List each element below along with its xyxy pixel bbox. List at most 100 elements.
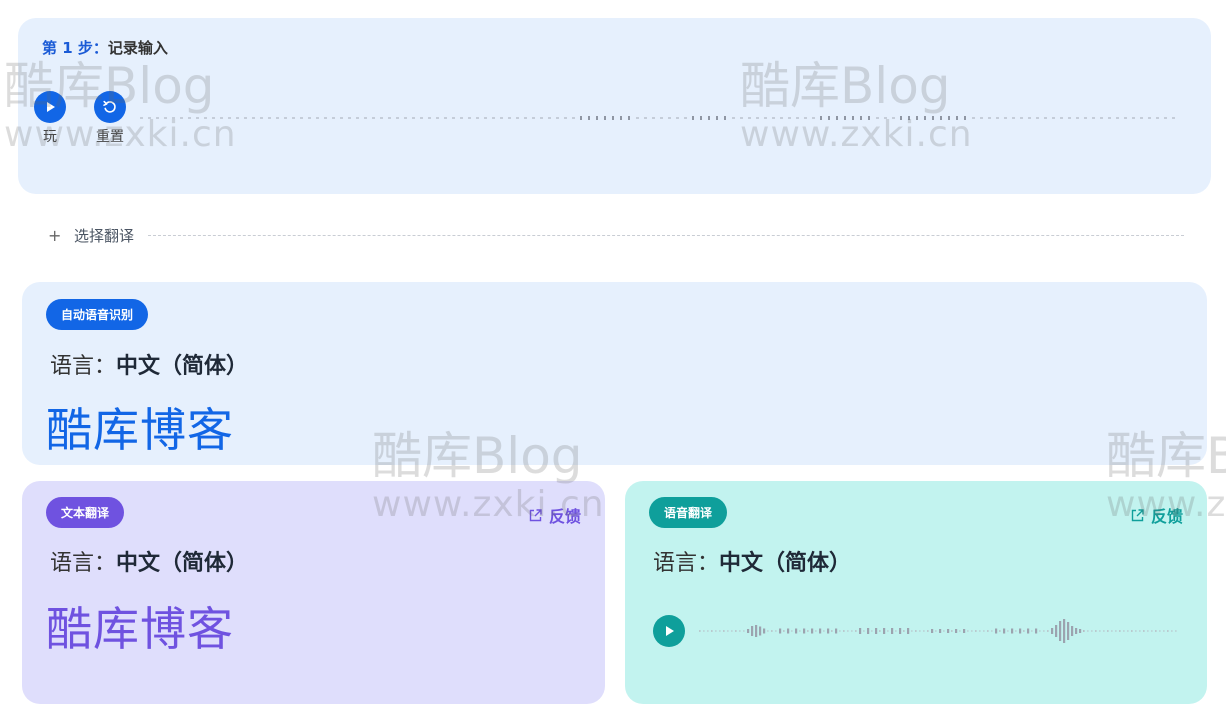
- waveform-bar: [915, 630, 917, 632]
- waveform-bar: [875, 628, 878, 634]
- waveform-tick: [924, 116, 926, 120]
- waveform-bar: [747, 629, 750, 633]
- play-icon: [47, 102, 55, 112]
- waveform-tick: [1156, 117, 1159, 119]
- speech-translation-language-value: 中文（简体）: [719, 551, 852, 576]
- waveform-bar: [983, 630, 985, 632]
- waveform-bar: [1003, 628, 1006, 634]
- select-translation-row[interactable]: + 选择翻译: [48, 222, 1184, 248]
- waveform-bar: [923, 630, 925, 632]
- waveform-bar: [827, 628, 830, 634]
- waveform-tick: [164, 117, 167, 119]
- waveform-bar: [1147, 630, 1149, 632]
- waveform-tick: [476, 117, 479, 119]
- waveform-tick: [1068, 117, 1071, 119]
- waveform-tick: [292, 117, 295, 119]
- waveform-bar: [791, 630, 793, 632]
- waveform-tick: [324, 117, 327, 119]
- waveform-bar: [839, 630, 841, 632]
- waveform-tick: [1076, 117, 1079, 119]
- waveform-bar: [991, 630, 993, 632]
- waveform-bar: [879, 630, 881, 632]
- waveform-bar: [871, 630, 873, 632]
- waveform-tick: [284, 117, 287, 119]
- waveform-bar: [1107, 630, 1109, 632]
- waveform-tick: [1132, 117, 1135, 119]
- waveform-bar: [755, 625, 758, 637]
- waveform-bar: [743, 630, 745, 632]
- waveform-tick: [1044, 117, 1047, 119]
- waveform-tick: [556, 117, 559, 119]
- play-button[interactable]: [34, 91, 66, 123]
- waveform-tick: [908, 116, 910, 120]
- waveform-tick: [588, 116, 590, 120]
- reset-button[interactable]: [94, 91, 126, 123]
- asr-language-label: 语言：: [50, 354, 117, 379]
- waveform-bar: [935, 630, 937, 632]
- text-translation-feedback-button[interactable]: 反馈: [528, 503, 581, 527]
- waveform-tick: [252, 117, 255, 119]
- waveform-tick: [340, 117, 343, 119]
- waveform-tick: [708, 116, 710, 120]
- waveform-tick: [316, 117, 319, 119]
- waveform-tick: [244, 117, 247, 119]
- waveform-tick: [1036, 117, 1039, 119]
- waveform-bar: [1047, 630, 1049, 632]
- waveform-tick: [676, 117, 679, 119]
- waveform-bar: [943, 630, 945, 632]
- speech-translation-feedback-button[interactable]: 反馈: [1130, 503, 1183, 527]
- waveform-bar: [787, 628, 790, 634]
- waveform-bar: [887, 630, 889, 632]
- waveform-bar: [1015, 630, 1017, 632]
- waveform-tick: [468, 117, 471, 119]
- waveform-bar: [835, 628, 838, 634]
- waveform-bar: [711, 630, 713, 632]
- speech-waveform: [699, 619, 1177, 643]
- waveform-bar: [819, 628, 822, 634]
- waveform-tick: [1028, 117, 1031, 119]
- waveform-tick: [1172, 117, 1175, 119]
- speech-translation-badge: 语音翻译: [649, 497, 728, 528]
- waveform-bar: [715, 630, 717, 632]
- waveform-tick: [548, 117, 551, 119]
- waveform-bar: [1027, 628, 1030, 634]
- external-link-icon: [529, 508, 542, 521]
- waveform-tick: [1108, 117, 1111, 119]
- waveform-tick: [732, 117, 735, 119]
- waveform-tick: [380, 117, 383, 119]
- waveform-bar: [1143, 630, 1145, 632]
- waveform-bar: [1035, 628, 1038, 634]
- text-translation-badge: 文本翻译: [46, 497, 125, 528]
- waveform-tick: [748, 117, 751, 119]
- waveform-tick: [452, 117, 455, 119]
- waveform-tick: [796, 117, 799, 119]
- waveform-bar: [995, 628, 998, 634]
- waveform-bar: [979, 630, 981, 632]
- waveform-tick: [268, 117, 271, 119]
- waveform-bar: [1167, 630, 1169, 632]
- waveform-tick: [508, 117, 511, 119]
- waveform-bar: [739, 630, 741, 632]
- waveform-tick: [844, 116, 846, 120]
- waveform-bar: [727, 630, 729, 632]
- waveform-bar: [1163, 630, 1165, 632]
- speech-play-button[interactable]: [653, 615, 685, 647]
- waveform-bar: [795, 628, 798, 634]
- waveform-tick: [228, 117, 231, 119]
- waveform-bar: [951, 630, 953, 632]
- waveform-tick: [396, 117, 399, 119]
- waveform-bar: [1139, 630, 1141, 632]
- waveform-tick: [660, 117, 663, 119]
- waveform-bar: [1079, 629, 1082, 633]
- waveform-bar: [955, 629, 958, 633]
- recording-waveform: [140, 116, 1175, 120]
- waveform-bar: [1127, 630, 1129, 632]
- waveform-bar: [783, 630, 785, 632]
- waveform-tick: [612, 116, 614, 120]
- speech-recognition-card: 自动语音识别 语言：中文（简体） 酷库博客: [22, 282, 1207, 465]
- waveform-bar: [1123, 630, 1125, 632]
- waveform-bar: [975, 630, 977, 632]
- waveform-tick: [260, 117, 263, 119]
- asr-result-text: 酷库博客: [46, 403, 234, 457]
- speech-translation-feedback-label: 反馈: [1150, 507, 1183, 526]
